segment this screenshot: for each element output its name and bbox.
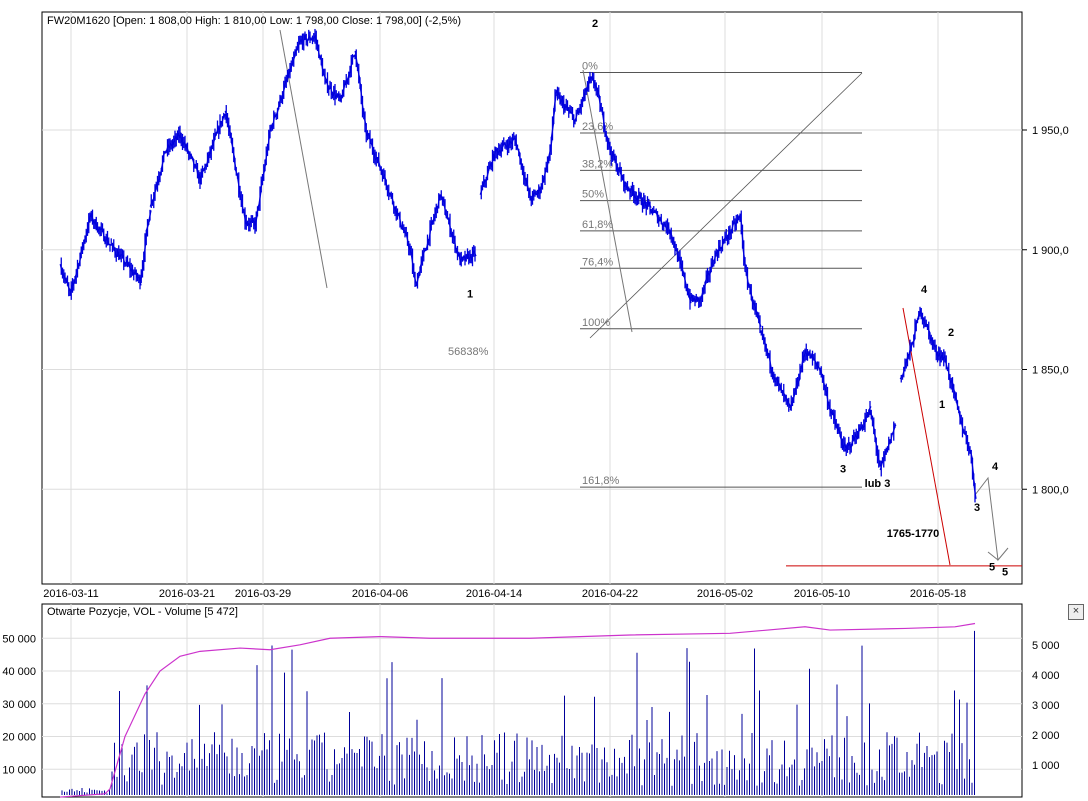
fibonacci-level-label: 50% <box>582 189 604 201</box>
wave-label-gray: 5 <box>989 562 995 574</box>
volume-right-tick-label: 4 000 <box>1032 670 1060 682</box>
wave-label-gray: 2 <box>948 327 954 339</box>
price-panel-frame <box>41 11 1023 585</box>
x-tick-label: 2016-04-14 <box>466 588 522 600</box>
price-bar-body <box>323 74 327 80</box>
x-tick-label: 2016-03-11 <box>43 588 98 600</box>
volume-panel-title: Otwarte Pozycje, VOL - Volume [5 472] <box>47 606 238 618</box>
projected-wave-path <box>974 476 1009 562</box>
wave-label-red: 3 <box>840 463 846 475</box>
x-tick-label: 2016-04-22 <box>582 588 638 600</box>
price-bar-body <box>813 358 817 363</box>
y-tick-label: 1 800,0 <box>1032 484 1069 496</box>
price-bar-body <box>957 408 961 413</box>
price-bar-body <box>927 327 931 333</box>
wave-label-gray: 4 <box>992 461 999 473</box>
y-tick-label: 1 950,0 <box>1032 125 1069 137</box>
projected-wave-path <box>987 551 999 561</box>
volume-left-tick-label: 30 000 <box>2 699 36 711</box>
instrument-header: FW20M1620 [Open: 1 808,00 High: 1 810,00… <box>47 15 461 27</box>
x-tick-label: 2016-04-06 <box>352 588 408 600</box>
volume-left-tick-label: 50 000 <box>2 633 36 645</box>
y-tick-label: 1 850,0 <box>1032 365 1069 377</box>
volume-right-tick-label: 5 000 <box>1032 640 1060 652</box>
volume-right-tick-label: 3 000 <box>1032 700 1060 712</box>
fibonacci-level-label: 61,8% <box>582 219 613 231</box>
fibonacci-level-label: 76,4% <box>582 256 613 268</box>
volume-left-tick-label: 40 000 <box>2 666 36 678</box>
wave-label-red: 5 <box>1002 566 1008 578</box>
fibonacci-level-label: 38,2% <box>582 158 613 170</box>
volume-left-tick-label: 20 000 <box>2 732 36 744</box>
price-chart[interactable]: 2016-03-11 2016-03-21 2016-03-29 2016-04-06… <box>0 0 1088 801</box>
wave-label-red: 1 <box>467 289 473 301</box>
trend-line <box>589 72 863 339</box>
wave-label-red: 4 <box>921 284 928 296</box>
x-tick-label: 2016-05-10 <box>794 588 850 600</box>
wave-label-red: lub 3 <box>865 478 891 490</box>
volume-left-tick-label: 10 000 <box>2 764 36 776</box>
y-tick-label: 1 900,0 <box>1032 245 1069 257</box>
price-bar-body <box>912 338 916 344</box>
wave-label-gray: 3 <box>974 502 980 514</box>
wave-label-gray: 1765-1770 <box>887 528 940 540</box>
fibonacci-level-label: 0% <box>582 61 598 73</box>
x-tick-label: 2016-05-18 <box>910 588 966 600</box>
wave-label-gray: 1 <box>939 399 945 411</box>
price-bar-body <box>648 203 652 208</box>
stray-label: 56838% <box>448 346 489 358</box>
volume-right-tick-label: 1 000 <box>1032 760 1060 772</box>
x-tick-label: 2016-05-02 <box>697 588 753 600</box>
price-bar-body <box>659 218 663 224</box>
price-bar-body <box>868 406 872 411</box>
fibonacci-level-label: 161,8% <box>582 475 620 487</box>
trading-chart-window: 2016-03-11 2016-03-21 2016-03-29 2016-04-06… <box>0 0 1088 801</box>
x-tick-label: 2016-03-29 <box>235 588 291 600</box>
volume-right-tick-label: 2 000 <box>1032 730 1060 742</box>
price-bar-body <box>517 148 521 154</box>
x-tick-label: 2016-03-21 <box>159 588 215 600</box>
wave-label-red: 2 <box>592 18 598 30</box>
close-icon[interactable]: × <box>1068 604 1084 620</box>
fibonacci-level-label: 23,6% <box>582 121 613 133</box>
